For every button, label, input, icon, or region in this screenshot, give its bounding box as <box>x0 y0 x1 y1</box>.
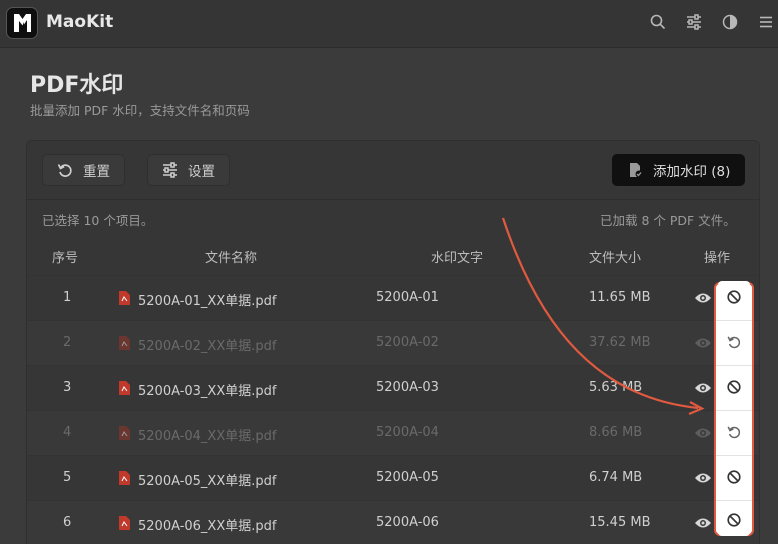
disable-button[interactable] <box>718 504 750 536</box>
header-index: 序号 <box>52 251 79 266</box>
header-actions: 操作 <box>704 251 731 266</box>
row-watermark: 5200A-03 <box>376 380 439 395</box>
add-watermark-label: 添加水印 (8) <box>653 164 731 180</box>
preview-eye-icon[interactable] <box>694 336 712 350</box>
table-row: 5 5200A-05_XX单据.pdf 5200A-05 6.74 MB <box>27 455 759 500</box>
divider <box>716 500 752 501</box>
page-subtitle: 批量添加 PDF 水印，支持文件名和页码 <box>30 103 250 118</box>
pdf-file-icon <box>119 381 130 395</box>
row-filename: 5200A-03_XX单据.pdf <box>138 384 277 399</box>
divider <box>716 320 752 321</box>
table-row: 1 5200A-01_XX单据.pdf 5200A-01 11.65 MB <box>27 275 759 320</box>
table-row: 2 5200A-02_XX单据.pdf 5200A-02 37.62 MB <box>27 320 759 365</box>
table-row: 4 5200A-04_XX单据.pdf 5200A-04 8.66 MB <box>27 410 759 455</box>
reset-icon <box>57 164 72 177</box>
row-watermark: 5200A-06 <box>376 515 439 530</box>
undo-icon <box>727 426 741 439</box>
add-watermark-button[interactable]: 添加水印 (8) <box>612 154 746 186</box>
row-watermark: 5200A-04 <box>376 425 439 440</box>
pdf-file-icon <box>119 516 130 530</box>
row-filename: 5200A-05_XX单据.pdf <box>138 474 277 489</box>
row-filename: 5200A-04_XX单据.pdf <box>138 429 277 444</box>
settings-button[interactable]: 设置 <box>147 154 230 186</box>
menu-icon[interactable] <box>756 12 776 32</box>
header-watermark: 水印文字 <box>431 251 484 266</box>
ban-icon <box>727 470 741 484</box>
preview-eye-icon[interactable] <box>694 426 712 440</box>
app-logo[interactable] <box>6 7 38 39</box>
app-name: MaoKit <box>46 12 114 32</box>
row-size: 8.66 MB <box>589 425 643 440</box>
header-filename: 文件名称 <box>205 251 258 266</box>
divider <box>26 199 760 200</box>
preview-eye-icon[interactable] <box>694 516 712 530</box>
preview-eye-icon[interactable] <box>694 381 712 395</box>
settings-label: 设置 <box>188 164 215 180</box>
row-index: 5 <box>63 470 72 485</box>
row-size: 15.45 MB <box>589 515 651 530</box>
ban-icon <box>727 290 741 304</box>
pdf-file-icon <box>119 426 130 440</box>
disable-button[interactable] <box>718 461 750 493</box>
divider <box>716 365 752 366</box>
disable-button[interactable] <box>718 281 750 313</box>
pdf-file-icon <box>119 336 130 350</box>
header-size: 文件大小 <box>589 251 642 266</box>
row-size: 37.62 MB <box>589 335 651 350</box>
search-icon[interactable] <box>648 12 668 32</box>
page-title: PDF水印 <box>30 73 124 98</box>
sliders-icon <box>163 162 177 178</box>
preview-eye-icon[interactable] <box>694 291 712 305</box>
row-watermark: 5200A-01 <box>376 290 439 305</box>
pdf-file-icon <box>119 291 130 305</box>
undo-icon <box>727 336 741 349</box>
divider <box>716 410 752 411</box>
loaded-status: 已加载 8 个 PDF 文件。 <box>600 213 736 228</box>
reset-button[interactable]: 重置 <box>42 154 125 186</box>
row-index: 6 <box>63 515 72 530</box>
row-size: 6.74 MB <box>589 470 643 485</box>
pdf-stamp-icon <box>630 163 643 178</box>
row-index: 2 <box>63 335 72 350</box>
top-bar: MaoKit <box>0 0 778 48</box>
row-watermark: 5200A-05 <box>376 470 439 485</box>
row-filename: 5200A-02_XX单据.pdf <box>138 339 277 354</box>
ban-icon <box>727 513 741 527</box>
row-filename: 5200A-01_XX单据.pdf <box>138 294 277 309</box>
disable-button[interactable] <box>718 371 750 403</box>
row-index: 1 <box>63 290 72 305</box>
reset-label: 重置 <box>83 164 110 180</box>
divider <box>716 455 752 456</box>
row-filename: 5200A-06_XX单据.pdf <box>138 519 277 534</box>
restore-button[interactable] <box>718 416 750 448</box>
row-size: 5.63 MB <box>589 380 643 395</box>
sliders-icon[interactable] <box>684 12 704 32</box>
row-index: 3 <box>63 380 72 395</box>
row-watermark: 5200A-02 <box>376 335 439 350</box>
pdf-file-icon <box>119 471 130 485</box>
table-row: 6 5200A-06_XX单据.pdf 5200A-06 15.45 MB <box>27 500 759 544</box>
preview-eye-icon[interactable] <box>694 471 712 485</box>
contrast-icon[interactable] <box>720 12 740 32</box>
row-size: 11.65 MB <box>589 290 651 305</box>
table-row: 3 5200A-03_XX单据.pdf 5200A-03 5.63 MB <box>27 365 759 410</box>
restore-button[interactable] <box>718 326 750 358</box>
selected-status: 已选择 10 个项目。 <box>42 213 154 228</box>
ban-icon <box>727 380 741 394</box>
row-index: 4 <box>63 425 72 440</box>
